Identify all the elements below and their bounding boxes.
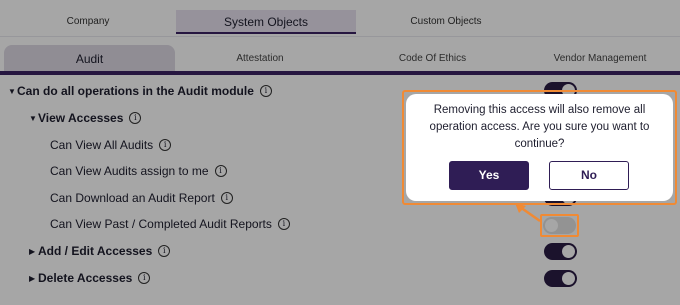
yes-button[interactable]: Yes — [449, 161, 529, 190]
dialog-message: Removing this access will also remove al… — [429, 104, 650, 150]
arrow-icon — [515, 203, 541, 223]
confirm-dialog: Removing this access will also remove al… — [406, 94, 673, 201]
toggle-highlight-box — [540, 214, 579, 237]
no-button[interactable]: No — [549, 161, 629, 190]
